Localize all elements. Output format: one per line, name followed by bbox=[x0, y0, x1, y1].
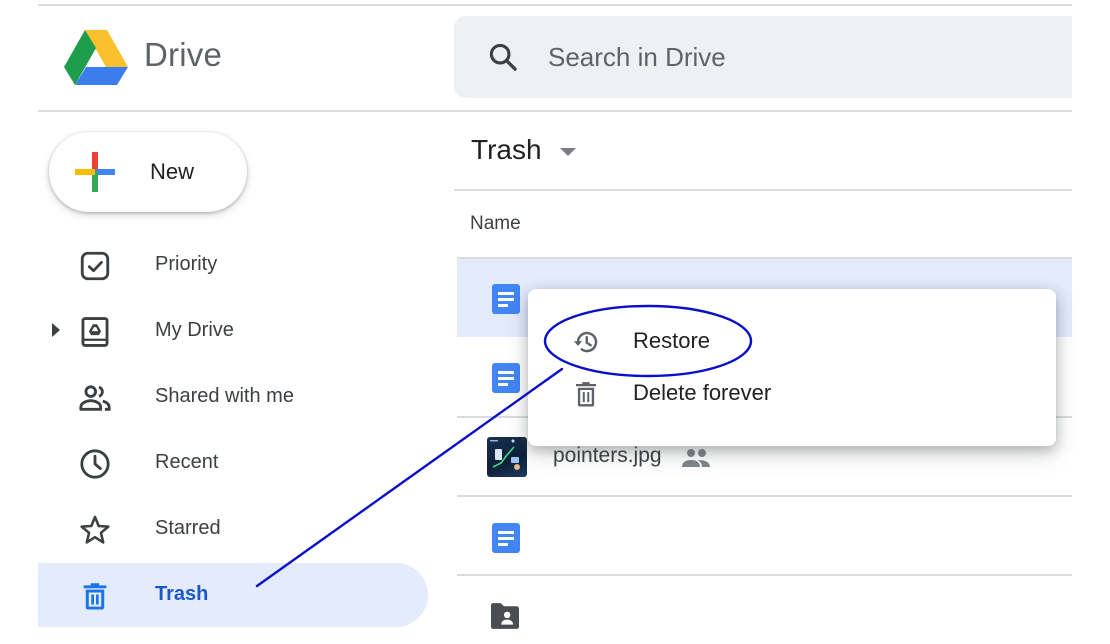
sidebar-item-starred[interactable]: Starred bbox=[38, 497, 428, 561]
google-drive-logo bbox=[64, 30, 128, 85]
menu-item-restore[interactable]: Restore bbox=[528, 315, 1056, 367]
sidebar-item-recent[interactable]: Recent bbox=[38, 431, 428, 495]
priority-check-icon bbox=[80, 251, 110, 281]
file-name: pointers.jpg bbox=[553, 444, 662, 467]
trash-icon bbox=[576, 382, 596, 407]
sidebar-item-priority[interactable]: Priority bbox=[38, 233, 428, 297]
context-menu: Restore Delete forever bbox=[528, 289, 1056, 446]
new-button[interactable]: New bbox=[49, 132, 247, 212]
sidebar-item-label: Shared with me bbox=[155, 385, 294, 407]
menu-item-label: Delete forever bbox=[633, 380, 772, 405]
sidebar-item-label: Trash bbox=[155, 583, 209, 605]
sidebar-item-label: Starred bbox=[155, 517, 221, 539]
sidebar-item-trash[interactable]: Trash bbox=[38, 563, 428, 627]
google-doc-icon bbox=[492, 523, 520, 553]
google-doc-icon bbox=[492, 363, 520, 393]
restore-history-icon bbox=[574, 331, 598, 353]
sidebar-item-label: Priority bbox=[155, 253, 218, 275]
column-header-name[interactable]: Name bbox=[470, 213, 521, 235]
app-brand: Drive bbox=[144, 36, 223, 73]
multicolor-plus-icon bbox=[75, 152, 115, 192]
search-icon[interactable] bbox=[486, 40, 520, 74]
image-thumbnail bbox=[487, 437, 527, 477]
menu-item-delete-forever[interactable]: Delete forever bbox=[528, 367, 1056, 419]
my-drive-icon bbox=[81, 317, 109, 347]
file-row[interactable] bbox=[457, 497, 1072, 575]
google-doc-icon bbox=[492, 284, 520, 314]
menu-item-label: Restore bbox=[633, 328, 711, 353]
sidebar-item-shared-with-me[interactable]: Shared with me bbox=[38, 365, 428, 429]
page-title[interactable]: Trash bbox=[471, 134, 542, 166]
top-border bbox=[38, 4, 1072, 6]
sidebar-item-my-drive[interactable]: My Drive bbox=[38, 299, 428, 363]
expand-arrow-icon[interactable] bbox=[52, 323, 60, 337]
sidebar-item-label: My Drive bbox=[155, 319, 234, 341]
file-row[interactable] bbox=[457, 576, 1072, 644]
shared-people-icon bbox=[682, 449, 710, 467]
header-divider bbox=[38, 110, 1072, 112]
title-dropdown-caret-icon[interactable] bbox=[560, 148, 576, 156]
search-input[interactable] bbox=[548, 36, 1028, 78]
people-icon bbox=[79, 385, 111, 411]
sidebar-item-label: Recent bbox=[155, 451, 219, 473]
star-icon bbox=[80, 515, 110, 544]
shared-folder-icon bbox=[491, 603, 519, 629]
clock-icon bbox=[80, 449, 110, 479]
title-divider bbox=[454, 189, 1072, 191]
trash-icon bbox=[83, 583, 107, 610]
new-button-label: New bbox=[150, 159, 195, 184]
search-bar[interactable] bbox=[454, 16, 1072, 98]
